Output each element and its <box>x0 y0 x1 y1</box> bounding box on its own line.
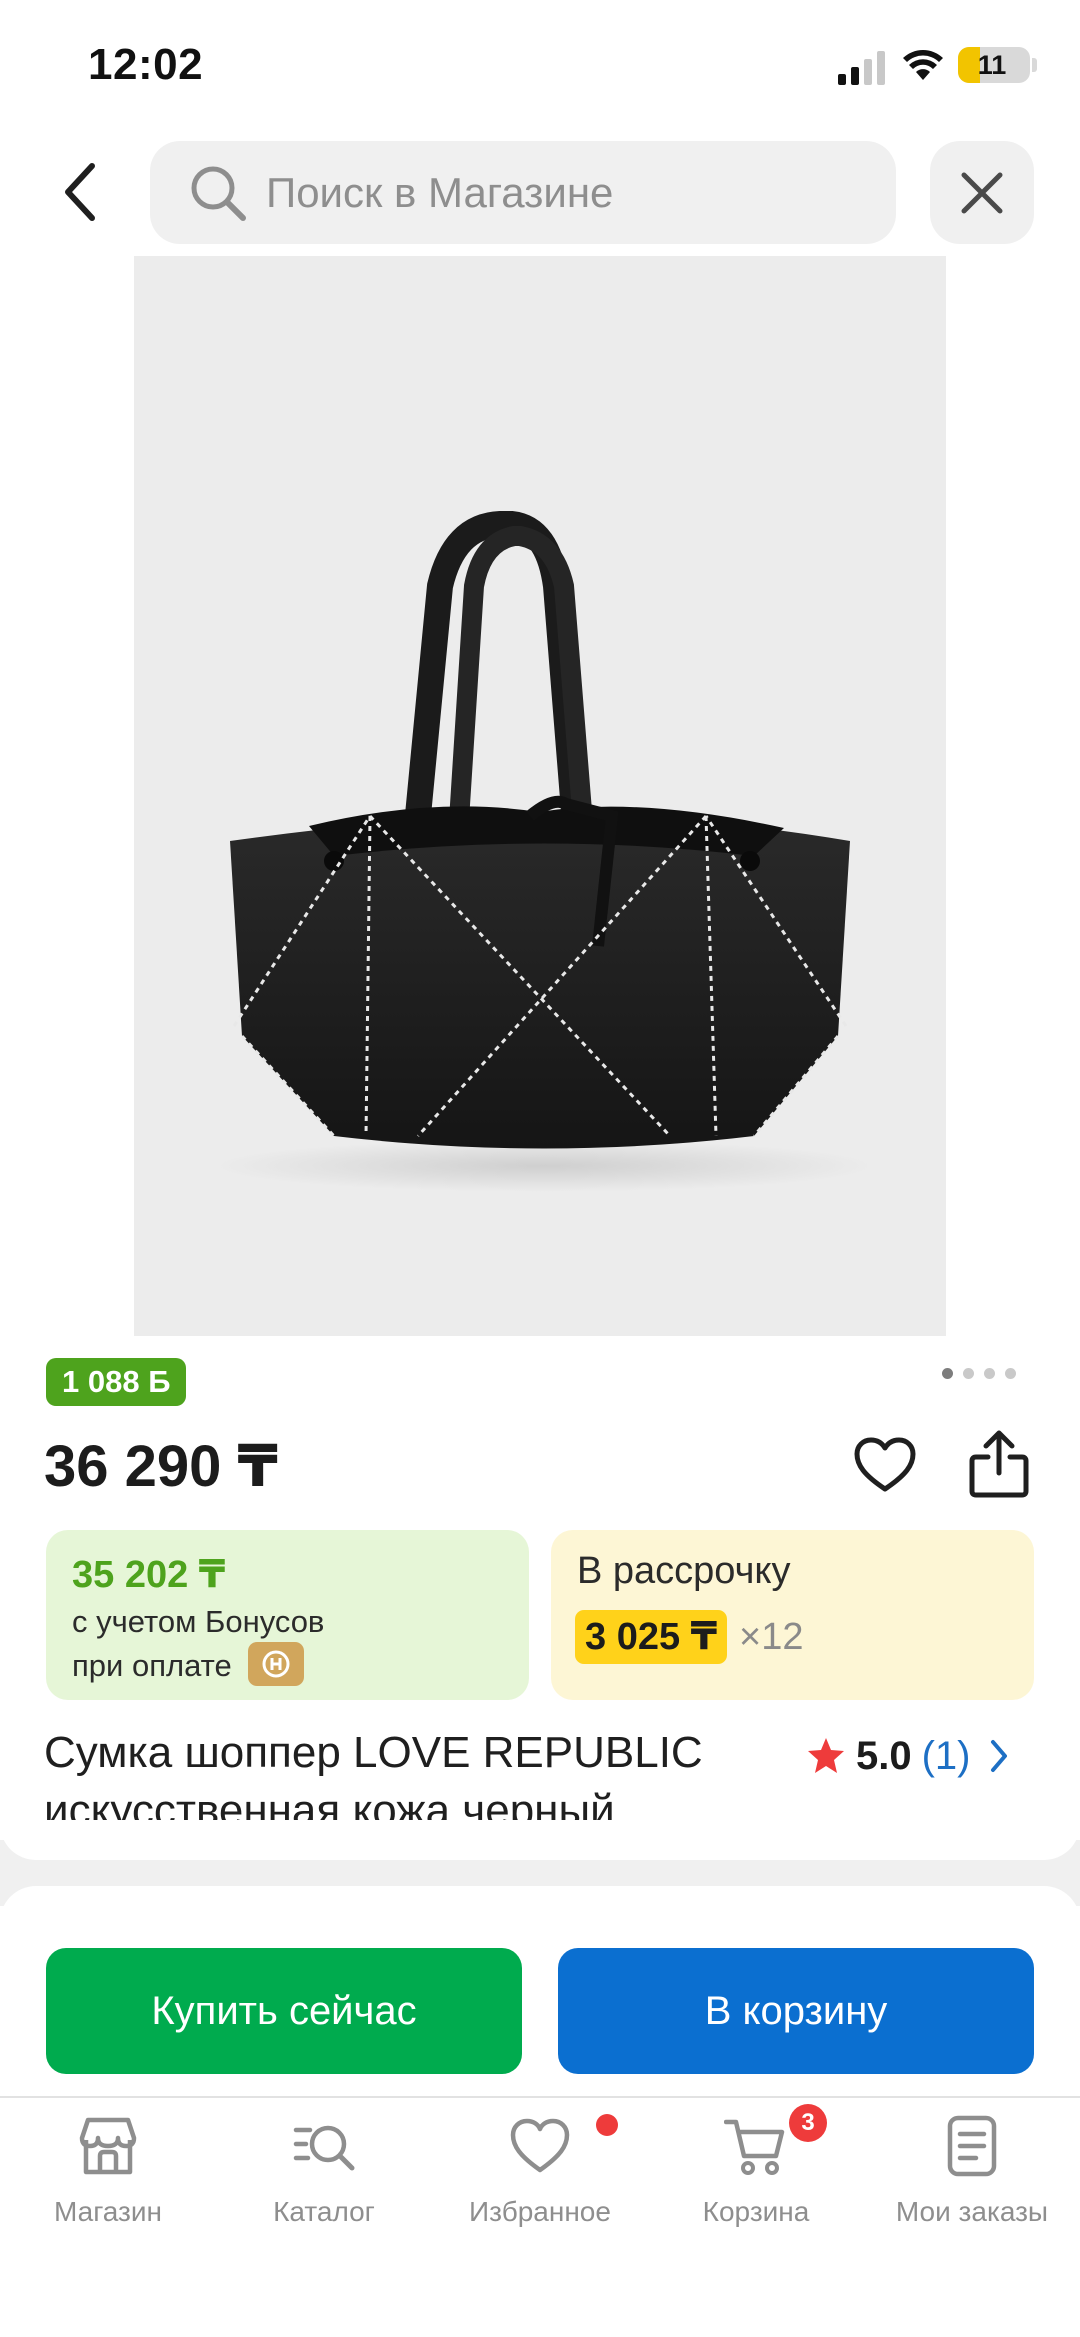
nav-item-orders[interactable]: Мои заказы <box>864 2098 1080 2248</box>
nav-item-cart[interactable]: Корзина <box>648 2098 864 2248</box>
review-count: (1) <box>921 1733 971 1778</box>
nav-label-orders: Мои заказы <box>895 2196 1049 2227</box>
back-button[interactable] <box>44 150 116 234</box>
nav-label-cart: Корзина <box>702 2196 810 2227</box>
search-icon <box>186 161 250 225</box>
orders-icon <box>947 2115 997 2177</box>
add-to-cart-button[interactable]: В корзину <box>558 1948 1034 2074</box>
installment-monthly-price: 3 025 ₸ <box>575 1610 728 1664</box>
cellular-signal-icon <box>838 51 885 85</box>
cart-icon <box>724 2119 785 2175</box>
share-button[interactable] <box>964 1426 1034 1502</box>
bonus-price: 35 202 ₸ <box>72 1554 226 1596</box>
star-icon <box>808 1738 844 1773</box>
close-icon <box>961 172 1003 213</box>
pager-dot <box>963 1367 974 1379</box>
wifi-icon <box>903 50 943 80</box>
status-time: 12:02 <box>88 40 204 89</box>
pager-dot <box>1005 1367 1016 1379</box>
battery-icon: 11 <box>958 47 1030 83</box>
image-pager <box>942 1366 1022 1380</box>
bottom-nav: Магазин Каталог Избранное Корзина Мои за… <box>0 2098 1080 2337</box>
nav-item-catalog[interactable]: Каталог <box>216 2098 432 2248</box>
search-input[interactable]: Поиск в Магазине <box>150 141 896 244</box>
installment-title: В рассрочку <box>577 1550 791 1592</box>
battery-cap <box>1032 58 1037 72</box>
pager-dot <box>984 1367 995 1379</box>
share-icon <box>969 1430 1029 1498</box>
product-title: Сумка шоппер LOVE REPUBLIC <box>44 1728 703 1777</box>
separator-top <box>0 1820 1080 1860</box>
status-bar: 12:02 11 <box>0 0 1080 136</box>
bonus-price-card[interactable]: 35 202 ₸ с учетом Бонусов при оплате <box>46 1530 529 1700</box>
bonus-points-badge: 1 088 Б <box>46 1358 187 1406</box>
heart-icon <box>854 1437 916 1492</box>
installment-card[interactable]: В рассрочку 3 025 ₸ ×12 <box>551 1530 1034 1700</box>
installment-months: ×12 <box>739 1616 804 1658</box>
buy-now-button[interactable]: Купить сейчас <box>46 1948 522 2074</box>
separator-bottom <box>0 1886 1080 1926</box>
search-placeholder: Поиск в Магазине <box>266 168 614 216</box>
pager-dot <box>942 1367 953 1379</box>
product-image[interactable] <box>134 256 946 1336</box>
nav-label-store: Магазин <box>53 2196 162 2227</box>
favorite-button[interactable] <box>852 1432 918 1498</box>
nav-label-favorites: Избранное <box>469 2196 611 2227</box>
bonus-description: с учетом Бонусов <box>72 1604 325 1639</box>
favorites-notification-dot <box>596 2114 618 2136</box>
product-price: 36 290 ₸ <box>44 1434 278 1499</box>
chevron-right-icon <box>990 1740 1007 1772</box>
chevron-left-icon <box>65 163 95 221</box>
tote-bag-photo <box>214 511 874 1192</box>
rating-link[interactable]: 5.0 (1) <box>806 1728 1013 1784</box>
nav-item-store[interactable]: Магазин <box>0 2098 216 2248</box>
battery-percent: 11 <box>977 50 1007 80</box>
cart-count-badge: 3 <box>789 2104 827 2142</box>
heart-icon <box>510 2118 570 2173</box>
store-icon <box>79 2117 137 2175</box>
close-button[interactable] <box>930 141 1034 244</box>
payment-method-icon <box>248 1642 304 1686</box>
nav-label-catalog: Каталог <box>273 2196 375 2227</box>
catalog-search-icon <box>293 2125 355 2171</box>
bonus-payment-note: при оплате <box>72 1648 232 1683</box>
rating-value: 5.0 <box>856 1733 912 1778</box>
